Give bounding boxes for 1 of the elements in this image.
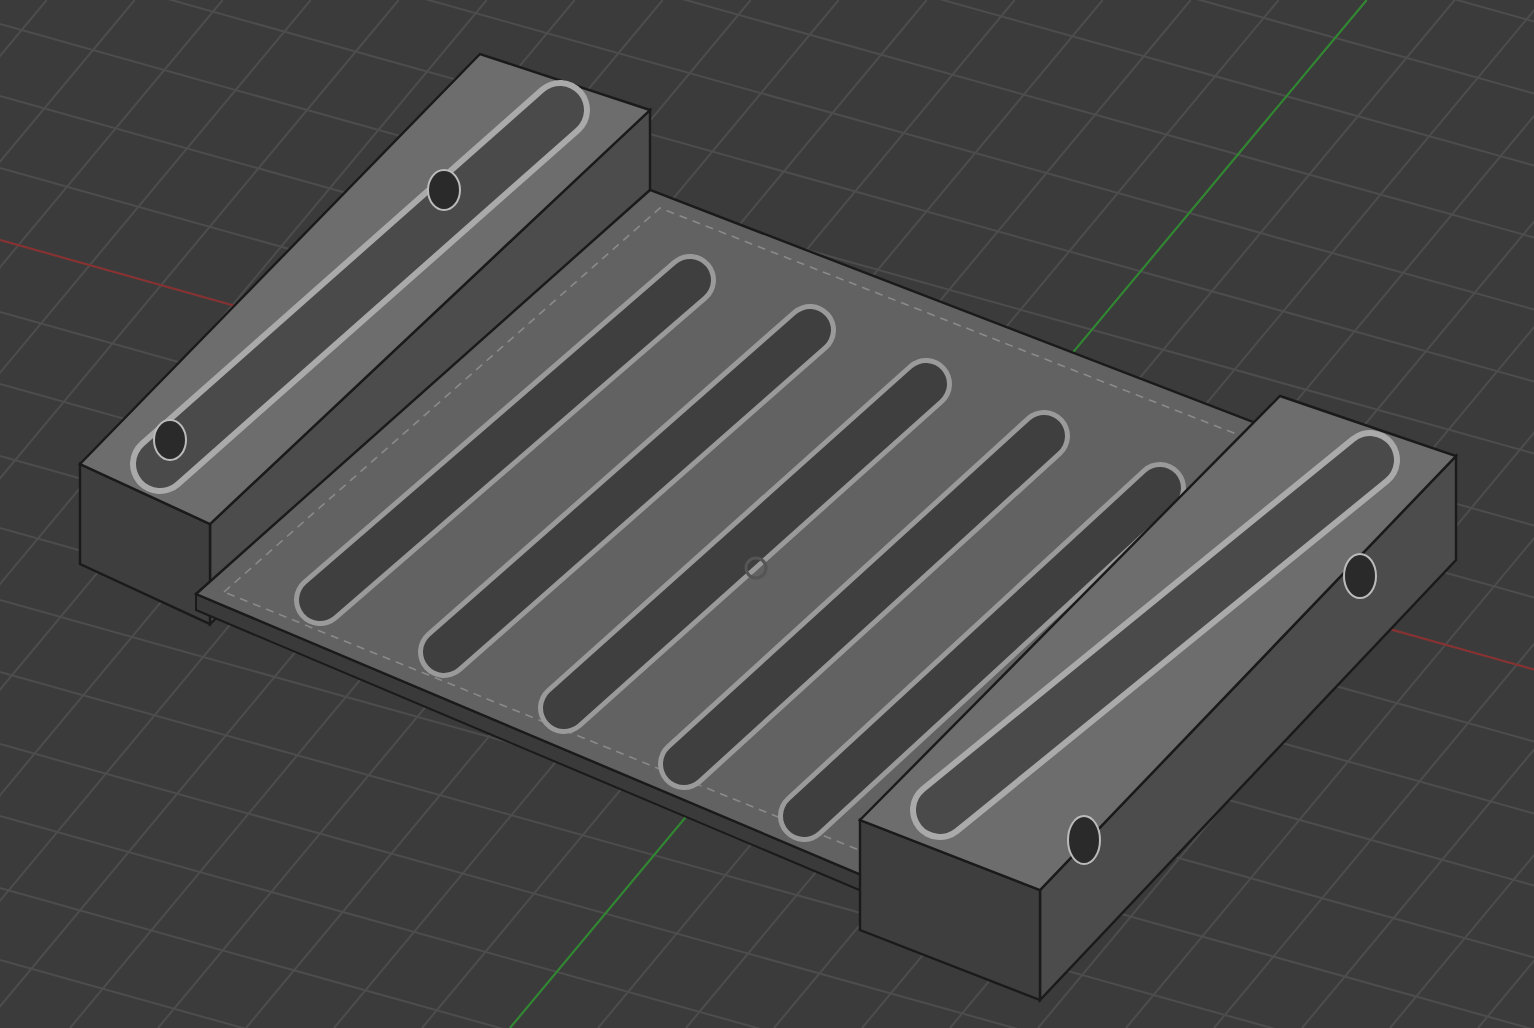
origin-marker-icon xyxy=(744,556,768,580)
